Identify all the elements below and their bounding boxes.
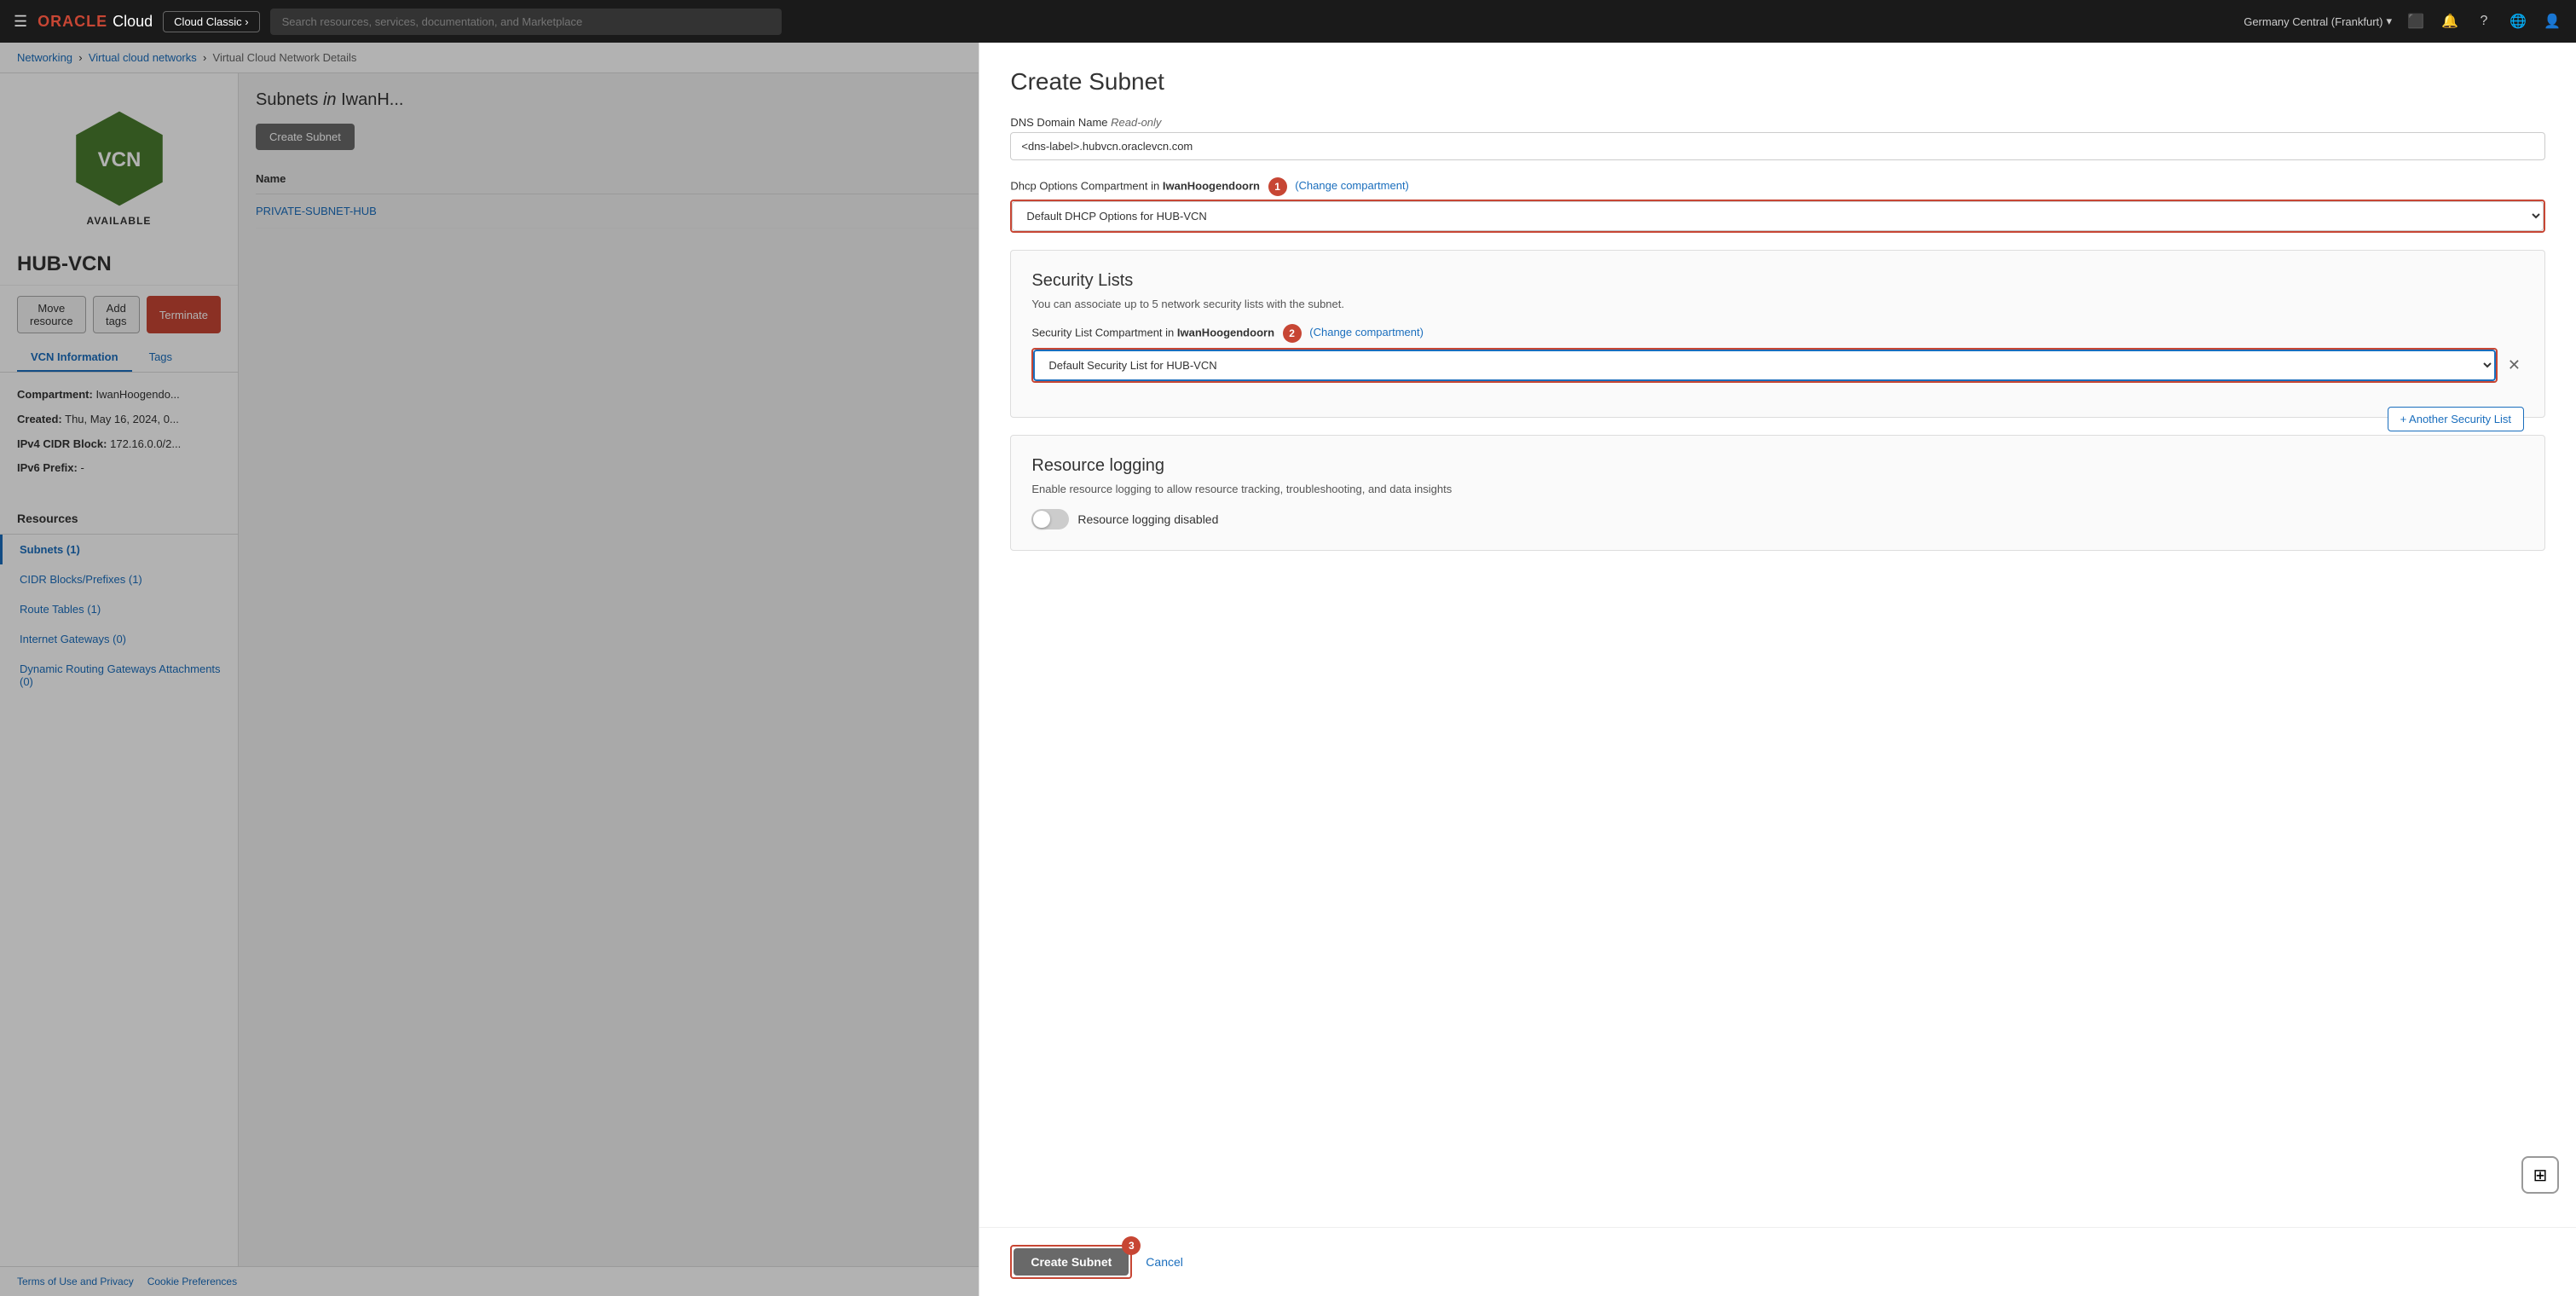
resource-logging-section: Resource logging Enable resource logging…	[1010, 435, 2545, 551]
resource-logging-title: Resource logging	[1031, 456, 2524, 476]
dns-label: DNS Domain Name Read-only	[1010, 116, 2545, 129]
region-label: Germany Central (Frankfurt)	[2244, 15, 2383, 28]
user-icon[interactable]: 👤	[2542, 11, 2562, 32]
resource-logging-toggle-label: Resource logging disabled	[1077, 512, 1218, 526]
security-list-select[interactable]: Default Security List for HUB-VCN	[1033, 350, 2496, 381]
language-icon[interactable]: 🌐	[2508, 11, 2528, 32]
resource-logging-toggle[interactable]	[1031, 509, 1069, 529]
panel-title: Create Subnet	[1010, 68, 2545, 95]
cancel-button[interactable]: Cancel	[1146, 1255, 1183, 1269]
notification-icon[interactable]: 🔔	[2440, 11, 2460, 32]
dhcp-dropdown-highlight: Default DHCP Options for HUB-VCN	[1010, 200, 2545, 233]
oracle-logo: ORACLE Cloud	[38, 13, 153, 31]
dns-readonly-label: Read-only	[1111, 116, 1161, 129]
clear-security-list-button[interactable]: ✕	[2504, 356, 2524, 374]
security-list-change-compartment-link[interactable]: (Change compartment)	[1309, 326, 1424, 338]
security-list-select-row: Default Security List for HUB-VCN ✕	[1031, 348, 2524, 383]
nav-right: Germany Central (Frankfurt) ▾ ⬛ 🔔 ? 🌐 👤	[2244, 11, 2562, 32]
add-security-list-button[interactable]: + Another Security List	[2388, 407, 2524, 431]
resource-logging-toggle-row: Resource logging disabled	[1031, 509, 2524, 529]
dns-domain-input	[1010, 132, 2545, 160]
step-2-badge: 2	[1283, 324, 1302, 343]
dhcp-options-select[interactable]: Default DHCP Options for HUB-VCN	[1012, 201, 2544, 231]
cloud-classic-button[interactable]: Cloud Classic ›	[163, 11, 259, 32]
help-icon[interactable]: ?	[2474, 11, 2494, 32]
region-selector[interactable]: Germany Central (Frankfurt) ▾	[2244, 14, 2392, 28]
resource-logging-desc: Enable resource logging to allow resourc…	[1031, 483, 2524, 495]
create-subnet-btn-highlight: Create Subnet	[1010, 1245, 1132, 1279]
security-list-compartment-label: Security List Compartment in IwanHoogend…	[1031, 324, 2524, 343]
dns-domain-name-group: DNS Domain Name Read-only	[1010, 116, 2545, 160]
dhcp-options-group: Dhcp Options Compartment in IwanHoogendo…	[1010, 177, 2545, 233]
dhcp-compartment-label: Dhcp Options Compartment in IwanHoogendo…	[1010, 177, 2545, 196]
create-subnet-panel: Create Subnet DNS Domain Name Read-only …	[979, 43, 2576, 1296]
toggle-knob	[1033, 511, 1050, 528]
step-3-badge: 3	[1122, 1236, 1141, 1255]
security-lists-desc: You can associate up to 5 network securi…	[1031, 298, 2524, 310]
hamburger-menu-icon[interactable]: ☰	[14, 13, 27, 31]
console-icon[interactable]: ⬛	[2406, 11, 2426, 32]
contextual-help-button[interactable]: ⊞	[2521, 1156, 2559, 1194]
dhcp-change-compartment-link[interactable]: (Change compartment)	[1295, 179, 1409, 192]
chevron-down-icon: ▾	[2386, 14, 2392, 28]
panel-footer: 3 Create Subnet Cancel	[979, 1227, 2576, 1296]
security-lists-section: Security Lists You can associate up to 5…	[1010, 250, 2545, 418]
create-subnet-submit-button[interactable]: Create Subnet	[1014, 1248, 1129, 1276]
oracle-text: ORACLE	[38, 13, 107, 31]
top-navigation: ☰ ORACLE Cloud Cloud Classic › Germany C…	[0, 0, 2576, 43]
grid-icon: ⊞	[2533, 1165, 2548, 1186]
security-lists-title: Security Lists	[1031, 271, 2524, 291]
cloud-text: Cloud	[113, 13, 153, 31]
panel-body: Create Subnet DNS Domain Name Read-only …	[979, 43, 2576, 1227]
help-icon-float: ⊞	[2521, 1156, 2559, 1194]
search-input[interactable]	[270, 9, 782, 35]
create-subnet-btn-wrapper: 3 Create Subnet	[1010, 1245, 1132, 1279]
step-1-badge: 1	[1268, 177, 1287, 196]
security-list-dropdown-highlight: Default Security List for HUB-VCN	[1031, 348, 2498, 383]
